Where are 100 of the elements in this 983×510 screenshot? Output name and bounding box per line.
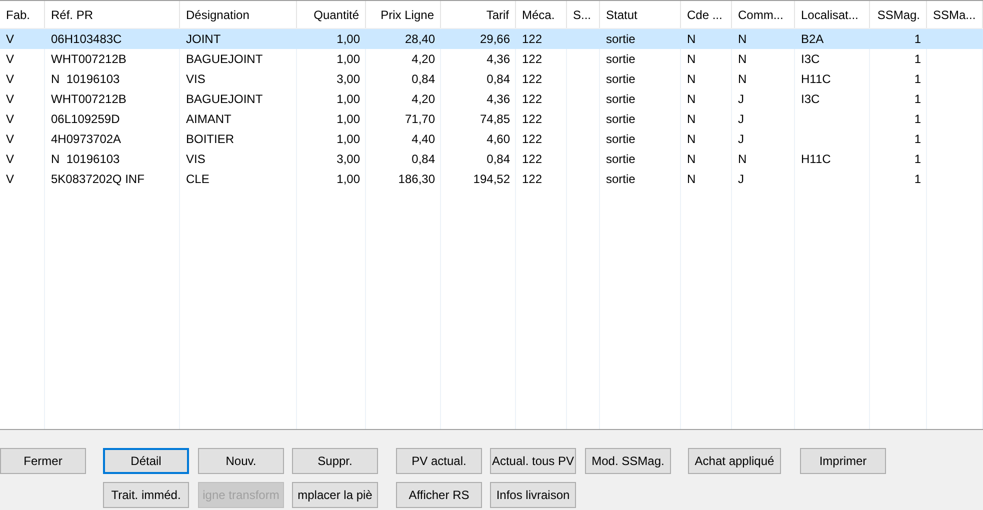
table-cell-text: 1 xyxy=(914,31,921,48)
table-cell-text: N xyxy=(687,111,696,128)
table-cell-text: 122 xyxy=(522,171,542,188)
column-header[interactable]: Réf. PR xyxy=(45,1,180,28)
table-cell-text: N xyxy=(687,51,696,68)
column-header[interactable]: Quantité xyxy=(297,1,366,28)
action-button[interactable]: Trait. imméd. xyxy=(103,482,189,508)
table-cell-text: N xyxy=(738,31,747,48)
table-row[interactable]: V N 10196103 VIS 3,00 0,84 0,84 122 sortie N N H11C 1 xyxy=(0,149,983,169)
table-row[interactable]: V WHT007212B BAGUEJOINT 1,00 4,20 4,36 122 sortie N N I3C 1 xyxy=(0,49,983,69)
column-header[interactable]: SSMag. xyxy=(870,1,927,28)
table-cell-text: 1 xyxy=(914,151,921,168)
table-cell-text: 4H0973702A xyxy=(51,131,122,148)
column-header[interactable]: Comm... xyxy=(732,1,795,28)
table-cell-text: sortie xyxy=(606,171,636,188)
table-row[interactable]: V N 10196103 VIS 3,00 0,84 0,84 122 sortie N N H11C 1 xyxy=(0,69,983,89)
table-cell-text: CLE xyxy=(186,171,210,188)
table-cell-text: 0,84 xyxy=(412,71,435,88)
table-cell-text: sortie xyxy=(606,91,636,108)
action-button[interactable]: Imprimer xyxy=(800,448,886,474)
table-cell-text: N xyxy=(738,71,747,88)
table-row[interactable]: V 5K0837202Q INF CLE 1,00 186,30 194,52 122 sortie N J 1 xyxy=(0,169,983,189)
table-cell-text: 122 xyxy=(522,51,542,68)
table-cell-text: 4,40 xyxy=(412,131,435,148)
table-cell-text: 4,60 xyxy=(486,131,510,148)
table-cell-text: N 10196103 xyxy=(51,151,120,168)
column-header[interactable]: Localisat... xyxy=(795,1,870,28)
table-cell-text: N 10196103 xyxy=(51,71,120,88)
table-row[interactable]: V 06H103483C JOINT 1,00 28,40 29,66 122 sortie N N B2A 1 xyxy=(0,29,983,49)
table-cell-text: V xyxy=(6,171,14,188)
table-cell-text: 122 xyxy=(522,151,542,168)
table-cell-text: I3C xyxy=(801,91,820,108)
column-header[interactable]: SSMa... xyxy=(927,1,983,28)
table-cell-text: 4,36 xyxy=(486,51,510,68)
table-cell-text: 3,00 xyxy=(336,151,360,168)
action-button[interactable]: Détail xyxy=(103,448,189,474)
table-cell-text: 122 xyxy=(522,71,542,88)
action-button[interactable]: Afficher RS xyxy=(396,482,482,508)
table-cell-text: sortie xyxy=(606,51,636,68)
column-header[interactable]: Prix Ligne xyxy=(366,1,441,28)
action-button[interactable]: Suppr. xyxy=(292,448,378,474)
table-cell-text: 1,00 xyxy=(336,91,360,108)
table-cell-text: V xyxy=(6,111,14,128)
table-cell-text: V xyxy=(6,131,14,148)
table-cell-text: V xyxy=(6,91,14,108)
table-cell-text: sortie xyxy=(606,31,636,48)
table-cell-text: N xyxy=(687,31,696,48)
table-cell-text: sortie xyxy=(606,131,636,148)
table-cell-text: 122 xyxy=(522,111,542,128)
table-cell-text: 0,84 xyxy=(412,151,435,168)
table-cell-text: 29,66 xyxy=(480,31,510,48)
column-header[interactable]: Méca. xyxy=(516,1,567,28)
action-button[interactable]: Achat appliqué xyxy=(688,448,781,474)
column-header[interactable]: S... xyxy=(567,1,600,28)
table-cell-text: H11C xyxy=(801,71,831,88)
column-header[interactable]: Statut xyxy=(600,1,681,28)
table-cell-text: WHT007212B xyxy=(51,91,126,108)
table-cell-text: J xyxy=(738,171,744,188)
action-button[interactable]: Nouv. xyxy=(198,448,284,474)
table-cell-text: 71,70 xyxy=(404,111,435,128)
column-header[interactable]: Tarif xyxy=(441,1,516,28)
table-cell-text: 1 xyxy=(914,51,921,68)
action-button[interactable]: mplacer la piè xyxy=(292,482,378,508)
table-cell-text: N xyxy=(738,151,747,168)
table-row[interactable]: V 4H0973702A BOITIER 1,00 4,40 4,60 122 sortie N J 1 xyxy=(0,129,983,149)
table-cell-text: 1 xyxy=(914,131,921,148)
table-cell-text: 0,84 xyxy=(486,151,510,168)
table-cell-text: N xyxy=(738,51,747,68)
table-cell-text: BAGUEJOINT xyxy=(186,51,263,68)
table-cell-text: WHT007212B xyxy=(51,51,126,68)
table-cell-text: 4,20 xyxy=(412,51,435,68)
table-cell-text: 06L109259D xyxy=(51,111,120,128)
table-cell-text: BOITIER xyxy=(186,131,234,148)
table-row[interactable]: V 06L109259D AIMANT 1,00 71,70 74,85 122 sortie N J 1 xyxy=(0,109,983,129)
table-cell-text: V xyxy=(6,151,14,168)
action-button[interactable]: Mod. SSMag. xyxy=(585,448,671,474)
action-button[interactable]: Fermer xyxy=(0,448,86,474)
table-cell-text: VIS xyxy=(186,151,206,168)
table-cell-text: V xyxy=(6,31,14,48)
column-header[interactable]: Désignation xyxy=(180,1,297,28)
column-header[interactable]: Fab. xyxy=(0,1,45,28)
table-row[interactable]: V WHT007212B BAGUEJOINT 1,00 4,20 4,36 122 sortie N J I3C 1 xyxy=(0,89,983,109)
table-cell-text: 1,00 xyxy=(336,51,360,68)
table-cell-text: 1 xyxy=(914,111,921,128)
table-cell-text: 1,00 xyxy=(336,171,360,188)
table-cell-text: 1 xyxy=(914,171,921,188)
table-cell-text: N xyxy=(687,131,696,148)
column-header[interactable]: Cde ... xyxy=(681,1,732,28)
table-cell-text: N xyxy=(687,151,696,168)
table-cell-text: V xyxy=(6,71,14,88)
table-cell-text: 194,52 xyxy=(473,171,510,188)
action-button[interactable]: Infos livraison xyxy=(490,482,576,508)
table-cell-text: 1,00 xyxy=(336,111,360,128)
table-cell-text: 4,36 xyxy=(486,91,510,108)
table-cell-text: 122 xyxy=(522,31,542,48)
action-button[interactable]: PV actual. xyxy=(396,448,482,474)
table-cell-text: J xyxy=(738,111,744,128)
table-cell-text: 122 xyxy=(522,91,542,108)
table-cell-text: 1 xyxy=(914,91,921,108)
action-button[interactable]: Actual. tous PV xyxy=(490,448,576,474)
